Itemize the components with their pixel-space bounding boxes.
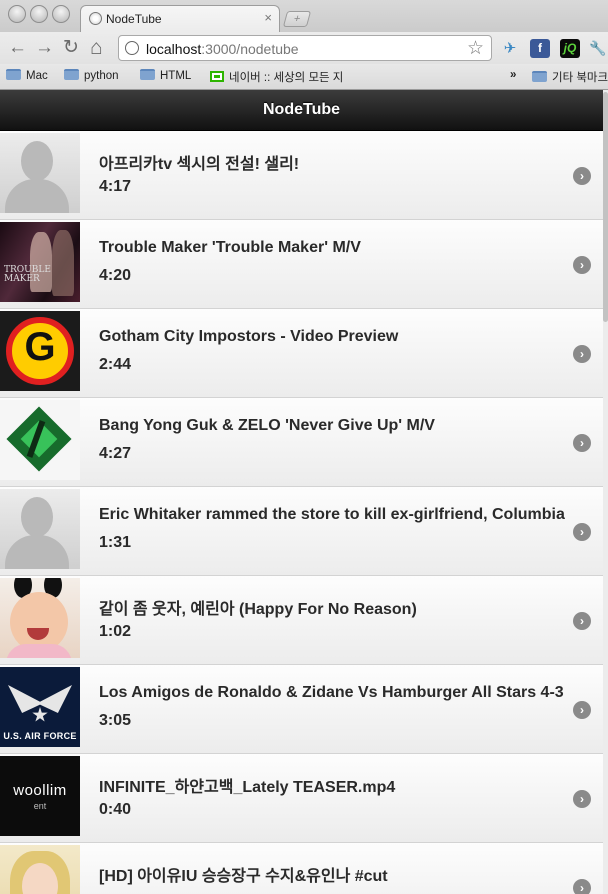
video-title: Gotham City Impostors - Video Preview (99, 328, 399, 345)
naver-icon (210, 71, 224, 82)
video-duration: 1:02 (99, 623, 132, 640)
video-duration: 2:44 (99, 356, 132, 373)
video-thumbnail (0, 578, 80, 658)
bookmark-naver[interactable]: 네이버 :: 세상의 모든 지 (210, 69, 350, 85)
video-title: Trouble Maker 'Trouble Maker' M/V (99, 239, 361, 256)
video-thumbnail: G (0, 311, 80, 391)
browser-tab-nodetube[interactable]: NodeTube × (80, 5, 280, 32)
video-duration: 0:40 (99, 801, 132, 818)
bookmarks-overflow-chevron[interactable]: » (510, 69, 516, 81)
video-list-item[interactable]: Eric Whitaker rammed the store to kill e… (0, 487, 603, 576)
new-tab-button[interactable]: + (282, 11, 312, 27)
video-list: 아프리카tv 섹시의 전설! 샐리! 4:17 › TROUBLE MAKER … (0, 131, 603, 894)
jquery-icon[interactable]: jQ (560, 39, 580, 58)
close-tab-icon[interactable]: × (264, 10, 272, 25)
zoom-window-button[interactable] (52, 5, 70, 23)
video-duration: 3:05 (99, 712, 132, 729)
folder-icon (532, 71, 547, 82)
chevron-right-icon: › (573, 167, 591, 185)
page-icon (125, 41, 139, 55)
browser-toolbar: ← → ↻ ⌂ localhost:3000/nodetube ☆ ✈ f jQ… (0, 32, 608, 64)
globe-icon (89, 12, 102, 25)
chevron-right-icon: › (573, 790, 591, 808)
bookmark-folder-mac[interactable]: Mac (6, 69, 48, 82)
default-avatar-thumbnail (0, 489, 80, 569)
video-list-item[interactable]: TROUBLE MAKER Trouble Maker 'Trouble Mak… (0, 220, 603, 309)
video-title: INFINITE_하얀고백_Lately TEASER.mp4 (99, 779, 396, 796)
video-title: Los Amigos de Ronaldo & Zidane Vs Hambur… (99, 684, 564, 701)
video-thumbnail (0, 400, 80, 480)
video-duration: 4:27 (99, 445, 132, 462)
chevron-right-icon: › (573, 434, 591, 452)
tab-title: NodeTube (106, 12, 162, 26)
chevron-right-icon: › (573, 612, 591, 630)
chevron-right-icon: › (573, 879, 591, 894)
facebook-icon[interactable]: f (530, 39, 550, 58)
video-duration: 4:17 (99, 178, 132, 195)
folder-icon (64, 69, 79, 80)
address-bar[interactable]: localhost:3000/nodetube ☆ (118, 35, 492, 61)
close-window-button[interactable] (8, 5, 26, 23)
forward-arrow-icon[interactable]: → (35, 38, 54, 58)
video-list-item[interactable]: woollim ent INFINITE_하얀고백_Lately TEASER.m… (0, 754, 603, 843)
wrench-icon[interactable]: 🔧 (588, 39, 608, 58)
video-list-item[interactable]: Bang Yong Guk & ZELO 'Never Give Up' M/V… (0, 398, 603, 487)
url-text: localhost:3000/nodetube (146, 41, 299, 57)
video-title: 아프리카tv 섹시의 전설! 샐리! (99, 156, 300, 173)
video-duration: 4:20 (99, 267, 132, 284)
video-duration: 1:31 (99, 534, 132, 551)
back-arrow-icon[interactable]: ← (8, 38, 27, 58)
scrollbar-thumb[interactable] (603, 92, 608, 322)
video-thumbnail (0, 845, 80, 894)
chevron-right-icon: › (573, 345, 591, 363)
minimize-window-button[interactable] (30, 5, 48, 23)
chevron-right-icon: › (573, 701, 591, 719)
folder-icon (140, 69, 155, 80)
chevron-right-icon: › (573, 256, 591, 274)
bookmark-folder-html[interactable]: HTML (140, 69, 191, 82)
home-icon[interactable]: ⌂ (90, 37, 103, 58)
video-list-item[interactable]: 같이 좀 웃자, 예린아 (Happy For No Reason) 1:02 … (0, 576, 603, 665)
video-thumbnail: U.S. AIR FORCE (0, 667, 80, 747)
default-avatar-thumbnail (0, 133, 80, 213)
video-title: Bang Yong Guk & ZELO 'Never Give Up' M/V (99, 417, 435, 434)
video-list-item[interactable]: G Gotham City Impostors - Video Preview … (0, 309, 603, 398)
bookmark-star-icon[interactable]: ☆ (467, 37, 484, 60)
bookmarks-bar: Mac python HTML 네이버 :: 세상의 모든 지 » 기타 북마크 (0, 64, 608, 90)
folder-icon (6, 69, 21, 80)
tab-strip: NodeTube × + (0, 0, 608, 32)
page-title: NodeTube (262, 101, 341, 118)
bookmark-folder-other[interactable]: 기타 북마크 (532, 69, 608, 85)
video-list-item[interactable]: U.S. AIR FORCE Los Amigos de Ronaldo & Z… (0, 665, 603, 754)
video-title: [HD] 아이유IU 승승장구 수지&유인나 #cut (99, 868, 388, 885)
scrollbar[interactable] (603, 90, 608, 894)
chevron-right-icon: › (573, 523, 591, 541)
bird-extension-icon[interactable]: ✈ (500, 39, 520, 58)
page-viewport: NodeTube 아프리카tv 섹시의 전설! 샐리! 4:17 › TROUB… (0, 90, 608, 894)
video-title: 같이 좀 웃자, 예린아 (Happy For No Reason) (99, 601, 417, 618)
video-thumbnail: TROUBLE MAKER (0, 222, 80, 302)
video-title: Eric Whitaker rammed the store to kill e… (99, 506, 565, 523)
video-list-item[interactable]: [HD] 아이유IU 승승장구 수지&유인나 #cut › (0, 843, 603, 894)
bookmark-folder-python[interactable]: python (64, 69, 119, 82)
app-header: NodeTube (0, 90, 603, 131)
video-thumbnail: woollim ent (0, 756, 80, 836)
reload-icon[interactable]: ↻ (63, 38, 79, 58)
video-list-item[interactable]: 아프리카tv 섹시의 전설! 샐리! 4:17 › (0, 131, 603, 220)
